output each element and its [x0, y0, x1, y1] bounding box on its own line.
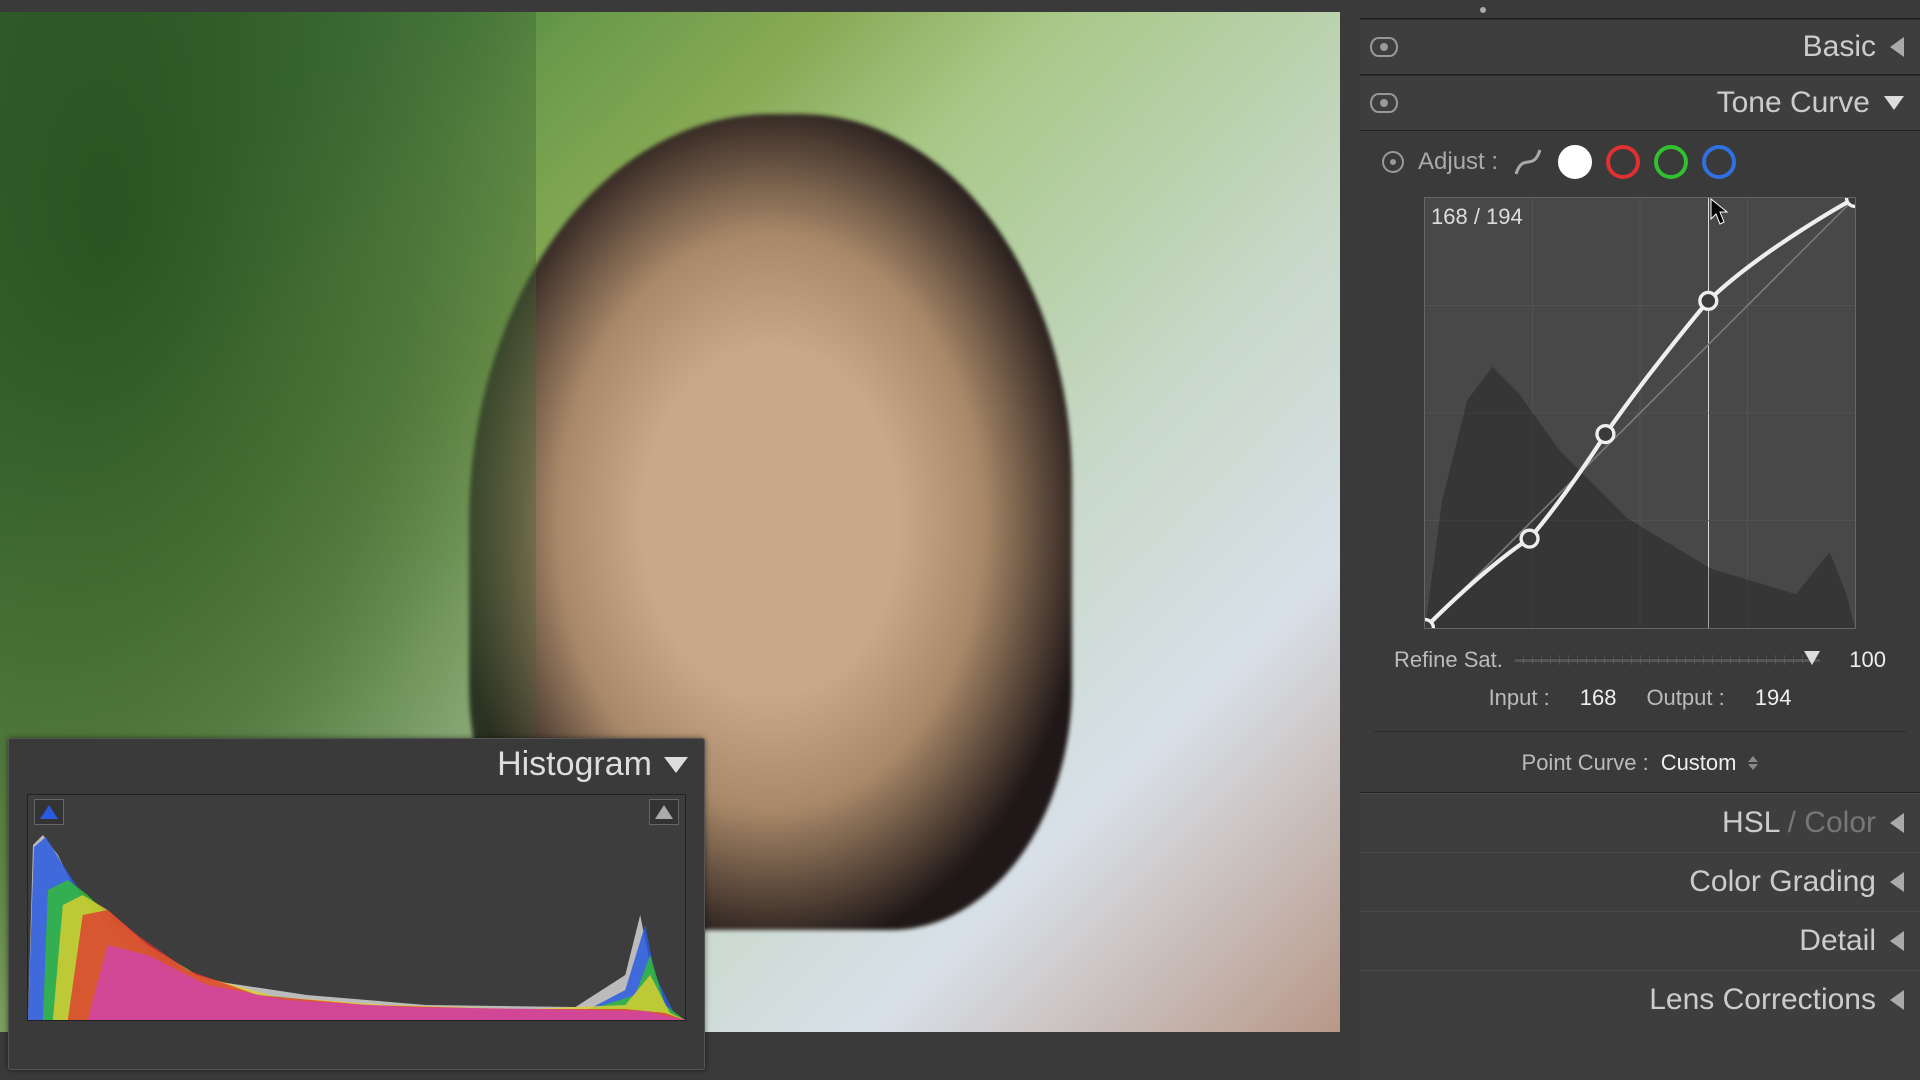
red-channel-button[interactable]	[1606, 145, 1640, 179]
chevron-down-icon[interactable]	[1884, 96, 1904, 110]
histogram-panel: Histogram	[8, 738, 705, 1070]
histogram-chart[interactable]	[27, 794, 686, 1021]
chevron-down-icon[interactable]	[664, 757, 688, 773]
point-curve-value[interactable]: Custom	[1661, 750, 1737, 776]
shadow-clip-indicator[interactable]	[34, 799, 64, 825]
refine-sat-slider[interactable]: Refine Sat. 100	[1374, 641, 1906, 679]
chevron-left-icon[interactable]	[1890, 931, 1904, 951]
histogram-title: Histogram	[497, 745, 652, 784]
triangle-icon	[655, 805, 673, 819]
tone-curve-label: Tone Curve	[1398, 86, 1884, 120]
chevron-left-icon[interactable]	[1890, 990, 1904, 1010]
green-channel-button[interactable]	[1654, 145, 1688, 179]
triangle-icon	[40, 805, 58, 819]
highlight-clip-indicator[interactable]	[649, 799, 679, 825]
input-label: Input :	[1489, 685, 1550, 711]
color-grading-section-header[interactable]: Color Grading	[1360, 852, 1920, 911]
color-text: / Color	[1779, 806, 1876, 839]
eye-icon[interactable]	[1370, 37, 1398, 57]
refine-sat-value: 100	[1832, 647, 1886, 673]
histogram-svg	[28, 795, 685, 1020]
detail-label: Detail	[1370, 924, 1890, 958]
panel-top-strip	[1360, 0, 1920, 19]
rgb-channel-button[interactable]	[1558, 145, 1592, 179]
cursor-icon	[1710, 198, 1732, 226]
lens-label: Lens Corrections	[1370, 983, 1890, 1017]
hsl-label: HSL / Color	[1370, 806, 1890, 840]
tone-curve-section-header[interactable]: Tone Curve	[1360, 75, 1920, 131]
adjust-row: Adjust :	[1374, 141, 1906, 193]
refine-sat-label: Refine Sat.	[1394, 647, 1503, 673]
hsl-section-header[interactable]: HSL / Color	[1360, 793, 1920, 852]
detail-section-header[interactable]: Detail	[1360, 911, 1920, 970]
target-adjust-icon[interactable]	[1382, 151, 1404, 173]
adjust-label: Adjust :	[1418, 148, 1498, 176]
chevron-left-icon[interactable]	[1890, 872, 1904, 892]
output-label: Output :	[1646, 685, 1724, 711]
tone-curve-editor[interactable]: 168 / 194	[1424, 197, 1856, 629]
color-grading-label: Color Grading	[1370, 865, 1890, 899]
basic-section-header[interactable]: Basic	[1360, 19, 1920, 75]
lens-section-header[interactable]: Lens Corrections	[1360, 970, 1920, 1029]
slider-thumb[interactable]	[1804, 651, 1820, 665]
slider-track[interactable]	[1515, 658, 1820, 662]
blue-channel-button[interactable]	[1702, 145, 1736, 179]
curve-svg	[1425, 198, 1855, 628]
histogram-header[interactable]: Histogram	[9, 739, 704, 790]
basic-label: Basic	[1398, 30, 1890, 64]
parametric-curve-icon[interactable]	[1512, 146, 1544, 178]
point-curve-row: Point Curve : Custom	[1374, 731, 1906, 782]
output-value[interactable]: 194	[1755, 685, 1792, 711]
chevron-left-icon[interactable]	[1890, 813, 1904, 833]
chevron-left-icon[interactable]	[1890, 37, 1904, 57]
develop-panel: Basic Tone Curve Adjust : 168 / 194	[1360, 0, 1920, 1080]
hsl-text: HSL	[1722, 806, 1779, 839]
tone-curve-body: Adjust : 168 / 194	[1360, 131, 1920, 793]
input-output-row: Input : 168 Output : 194	[1374, 679, 1906, 717]
stepper-icon[interactable]	[1748, 756, 1758, 770]
point-curve-label: Point Curve :	[1522, 750, 1649, 776]
eye-icon[interactable]	[1370, 93, 1398, 113]
input-value[interactable]: 168	[1580, 685, 1617, 711]
